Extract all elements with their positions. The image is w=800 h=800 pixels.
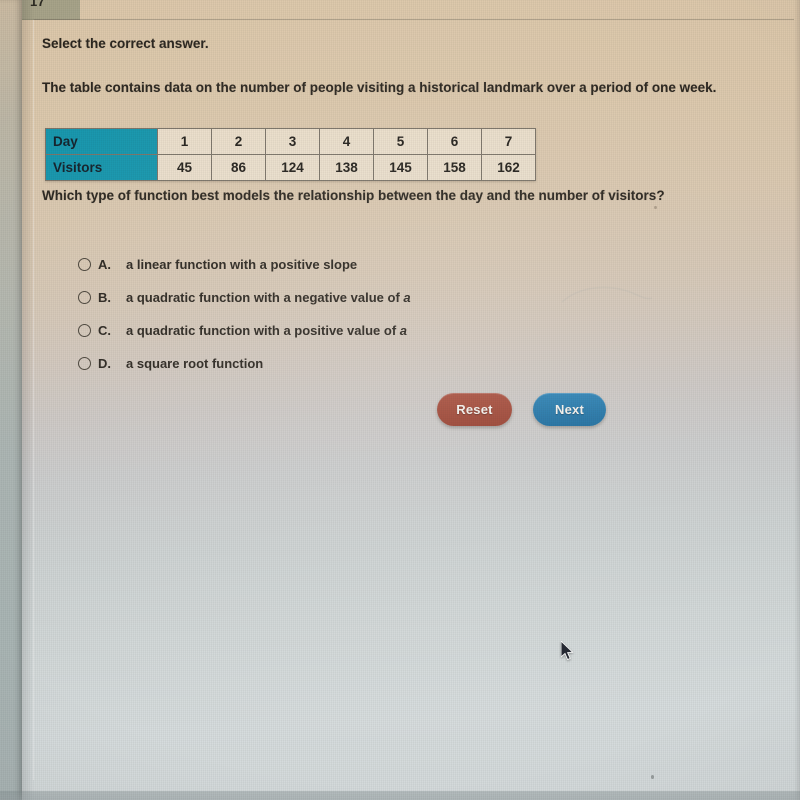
table-cell-day-7: 7 xyxy=(481,128,536,155)
photographed-screen: 1 7 Select the correct answer. The table … xyxy=(0,0,800,800)
question-panel: Select the correct answer. The table con… xyxy=(34,20,800,800)
option-d[interactable]: D. a square root function xyxy=(78,356,263,371)
screen-left-bezel xyxy=(0,0,22,800)
option-letter-c: C. xyxy=(98,323,111,338)
option-label-b-main: a quadratic function with a negative val… xyxy=(126,290,404,305)
radio-button-icon-d[interactable] xyxy=(78,357,91,370)
option-b[interactable]: B. a quadratic function with a negative … xyxy=(78,290,411,305)
option-label-b-variable: a xyxy=(403,290,411,305)
content-panel-edge xyxy=(33,20,34,780)
option-label-d: a square root function xyxy=(126,356,264,371)
table-cell-day-2: 2 xyxy=(211,128,266,155)
table-row-header-visitors: Visitors xyxy=(45,154,158,181)
option-letter-b: B. xyxy=(98,290,111,305)
option-letter-d: D. xyxy=(98,356,111,371)
table-cell-day-1: 1 xyxy=(157,128,212,155)
radio-button-icon-b[interactable] xyxy=(78,291,91,304)
table-row-day: Day 1 2 3 4 5 6 7 xyxy=(45,128,536,155)
table-row-header-day: Day xyxy=(45,128,158,155)
intro-text: The table contains data on the number of… xyxy=(42,80,717,95)
table-cell-day-3: 3 xyxy=(265,128,320,155)
table-cell-day-4: 4 xyxy=(319,128,374,155)
question-text: Which type of function best models the r… xyxy=(42,188,665,203)
option-label-c: a quadratic function with a positive val… xyxy=(126,323,407,338)
option-letter-a: A. xyxy=(98,257,111,272)
instruction-text: Select the correct answer. xyxy=(42,36,209,51)
option-label-c-variable: a xyxy=(399,323,407,338)
radio-button-icon-a[interactable] xyxy=(78,258,91,271)
table-cell-visitors-3: 124 xyxy=(265,154,320,181)
table-cell-visitors-6: 158 xyxy=(427,154,482,181)
screen-bottom-bezel xyxy=(0,791,800,800)
screen-right-shadow xyxy=(794,0,800,800)
option-label-a: a linear function with a positive slope xyxy=(126,257,358,272)
table-cell-day-6: 6 xyxy=(427,128,482,155)
table-cell-visitors-1: 45 xyxy=(157,154,212,181)
option-c[interactable]: C. a quadratic function with a positive … xyxy=(78,323,407,338)
table-row-visitors: Visitors 45 86 124 138 145 158 162 xyxy=(45,154,536,181)
table-cell-visitors-7: 162 xyxy=(481,154,536,181)
visitor-data-table: Day 1 2 3 4 5 6 7 Visitors 45 86 124 138… xyxy=(45,128,536,181)
table-cell-day-5: 5 xyxy=(373,128,428,155)
reset-button[interactable]: Reset xyxy=(437,393,512,426)
table-cell-visitors-2: 86 xyxy=(211,154,266,181)
radio-button-icon-c[interactable] xyxy=(78,324,91,337)
table-cell-visitors-4: 138 xyxy=(319,154,374,181)
next-button[interactable]: Next xyxy=(533,393,606,426)
option-a[interactable]: A. a linear function with a positive slo… xyxy=(78,257,357,272)
option-label-c-main: a quadratic function with a positive val… xyxy=(126,323,400,338)
option-label-b: a quadratic function with a negative val… xyxy=(126,290,411,305)
table-cell-visitors-5: 145 xyxy=(373,154,428,181)
